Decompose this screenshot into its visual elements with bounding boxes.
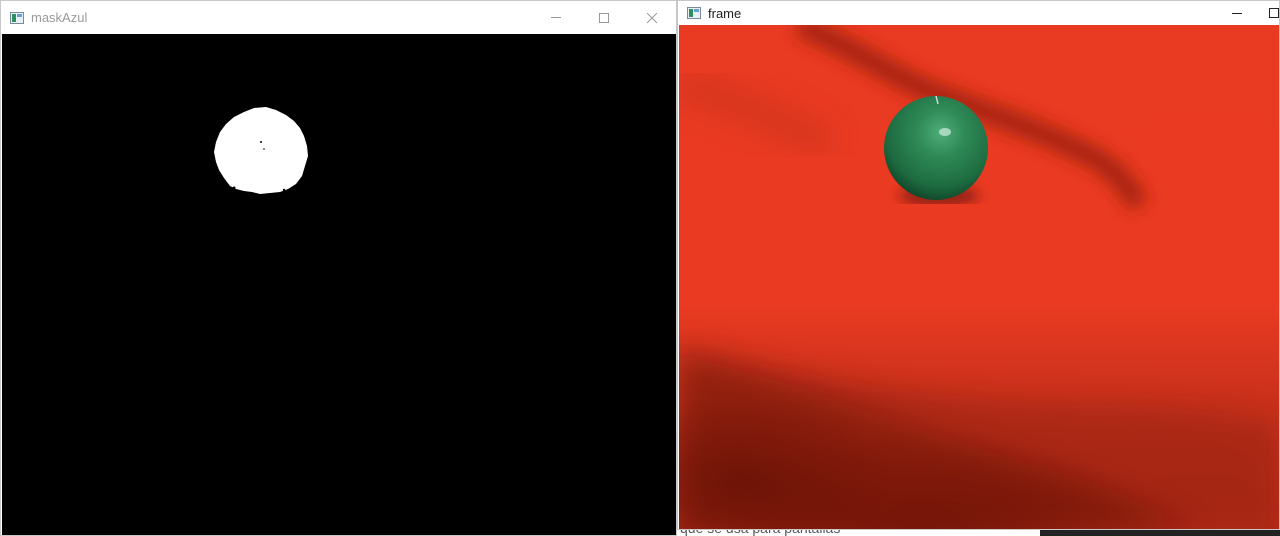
frame-window-title: frame [708,5,742,21]
desktop: que se usa para pantallas maskAzul [0,0,1280,536]
opencv-window-icon [687,7,701,19]
mask-blob [214,107,308,194]
frame-window-titlebar[interactable]: frame [678,1,1279,25]
opencv-window-icon [10,11,24,24]
minimize-icon [1232,12,1242,14]
mask-window-controls [532,1,676,34]
frame-window-controls [1215,1,1279,25]
maximize-button[interactable] [580,1,628,34]
minimize-button[interactable] [1215,1,1259,25]
camera-frame-view [679,25,1279,529]
close-icon [646,12,658,23]
mask-image-view [2,34,676,535]
maximize-icon [1269,8,1279,18]
mask-window[interactable]: maskAzul [0,0,677,536]
green-ball [884,96,988,204]
minimize-button[interactable] [532,1,580,34]
close-button[interactable] [628,1,676,34]
mask-window-titlebar[interactable]: maskAzul [1,1,676,34]
minimize-icon [551,17,561,18]
frame-window[interactable]: frame [677,0,1280,530]
maximize-icon [599,12,609,23]
maximize-button[interactable] [1259,1,1279,25]
mask-window-title: maskAzul [31,10,88,25]
